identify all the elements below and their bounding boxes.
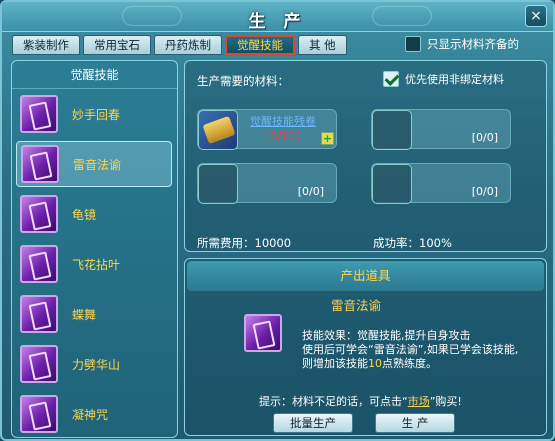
book-icon xyxy=(20,195,58,233)
material-count: [0/0] xyxy=(471,185,498,198)
skill-label: 雷音法谕 xyxy=(73,157,122,172)
desc-text: 点熟练度。 xyxy=(382,357,437,370)
tab-purple-equipment[interactable]: 紫装制作 xyxy=(12,35,80,55)
tab-elixir[interactable]: 丹药炼制 xyxy=(154,35,222,55)
tab-bar: 紫装制作 常用宝石 丹药炼制 觉醒技能 其 他 xyxy=(12,35,347,55)
skill-label: 凝神咒 xyxy=(72,407,109,422)
skill-item-diewu[interactable]: 蝶舞 xyxy=(16,291,172,337)
output-header: 产出道具 xyxy=(187,261,544,291)
skill-label: 力劈华山 xyxy=(72,357,121,372)
book-icon xyxy=(20,295,58,333)
empty-slot-box xyxy=(372,164,412,204)
scroll-icon xyxy=(202,115,236,145)
book-icon xyxy=(244,314,282,352)
materials-title: 生产需要的材料： xyxy=(197,74,289,88)
close-button[interactable]: × xyxy=(525,5,547,27)
material-name[interactable]: 觉醒技能残卷 xyxy=(250,113,316,129)
empty-slot-box xyxy=(198,164,238,204)
prefer-unbound-label: 优先使用非绑定材料 xyxy=(405,73,504,86)
empty-slot-box xyxy=(372,110,412,150)
skill-list-panel: 觉醒技能 妙手回春 雷音法谕 龟镜 飞花拈叶 蝶舞 力劈华山 凝神咒 xyxy=(11,60,178,438)
tab-gems[interactable]: 常用宝石 xyxy=(83,35,151,55)
skill-item-feihua[interactable]: 飞花拈叶 xyxy=(16,241,172,287)
book-icon xyxy=(20,95,58,133)
output-description: 技能效果：觉醒技能,提升自身攻击 使用后可学会“雷音法谕”,如果已学会该技能, … xyxy=(302,329,542,371)
window-title: 生 产 xyxy=(248,12,307,32)
skill-item-miaoshou[interactable]: 妙手回春 xyxy=(16,91,172,137)
skill-label: 蝶舞 xyxy=(72,307,97,322)
skill-item-guijing[interactable]: 龟镜 xyxy=(16,191,172,237)
title-bar: 生 产 × xyxy=(2,2,553,32)
book-icon xyxy=(20,245,58,283)
add-material-button[interactable]: + xyxy=(321,132,334,145)
skill-item-ningshen[interactable]: 凝神咒 xyxy=(16,391,172,437)
success-rate: 成功率：100% xyxy=(373,236,452,250)
tab-other[interactable]: 其 他 xyxy=(298,35,347,55)
only-complete-checkbox[interactable] xyxy=(405,36,421,52)
purchase-tip: 提示：材料不足的话，可点击“市场”购买! xyxy=(259,393,462,409)
desc-text: 则增加该技能 xyxy=(302,357,368,370)
skill-item-leiyin[interactable]: 雷音法谕 xyxy=(16,141,172,187)
tip-text: 提示：材料不足的话，可点击“ xyxy=(259,395,408,408)
market-link[interactable]: 市场 xyxy=(408,395,430,408)
material-slot-3[interactable]: [0/0] xyxy=(197,163,337,204)
desc-line-3: 则增加该技能10点熟练度。 xyxy=(302,357,542,371)
skill-item-lipi[interactable]: 力劈华山 xyxy=(16,341,172,387)
material-count: [0/0] xyxy=(471,131,498,144)
prefer-unbound-checkbox[interactable] xyxy=(383,71,399,87)
material-slot-1[interactable]: 觉醒技能残卷 [0/10] + xyxy=(197,109,337,150)
proficiency-amount: 10 xyxy=(368,357,382,370)
required-fee: 所需费用：10000 xyxy=(197,236,292,250)
desc-line-1: 技能效果：觉醒技能,提升自身攻击 xyxy=(302,329,471,342)
book-icon xyxy=(20,345,58,383)
tab-awaken-skills[interactable]: 觉醒技能 xyxy=(225,35,295,55)
desc-line-2: 使用后可学会“雷音法谕”,如果已学会该技能, xyxy=(302,343,519,356)
skill-list-header: 觉醒技能 xyxy=(12,61,177,89)
skill-label: 龟镜 xyxy=(72,207,97,222)
material-icon-box xyxy=(198,110,238,150)
material-count: [0/0] xyxy=(297,185,324,198)
produce-button[interactable]: 生 产 xyxy=(375,413,455,433)
book-icon xyxy=(21,145,59,183)
batch-produce-button[interactable]: 批量生产 xyxy=(273,413,353,433)
production-window: 生 产 × 紫装制作 常用宝石 丹药炼制 觉醒技能 其 他 只显示材料齐备的 觉… xyxy=(0,0,555,441)
only-complete-toggle[interactable]: 只显示材料齐备的 xyxy=(405,36,519,52)
skill-label: 妙手回春 xyxy=(72,107,121,122)
book-icon xyxy=(20,395,58,433)
only-complete-label: 只显示材料齐备的 xyxy=(427,37,519,51)
material-count: [0/10] xyxy=(266,130,300,143)
materials-panel: 生产需要的材料： 优先使用非绑定材料 觉醒技能残卷 [0/10] + [0/0]… xyxy=(184,60,547,252)
skill-label: 飞花拈叶 xyxy=(72,257,121,272)
output-item-name: 雷音法谕 xyxy=(331,298,382,313)
output-panel: 产出道具 雷音法谕 技能效果：觉醒技能,提升自身攻击 使用后可学会“雷音法谕”,… xyxy=(184,258,547,436)
tip-text: ”购买! xyxy=(429,395,462,408)
material-slot-4[interactable]: [0/0] xyxy=(371,163,511,204)
material-slot-2[interactable]: [0/0] xyxy=(371,109,511,150)
prefer-unbound-toggle[interactable]: 优先使用非绑定材料 xyxy=(383,71,504,87)
